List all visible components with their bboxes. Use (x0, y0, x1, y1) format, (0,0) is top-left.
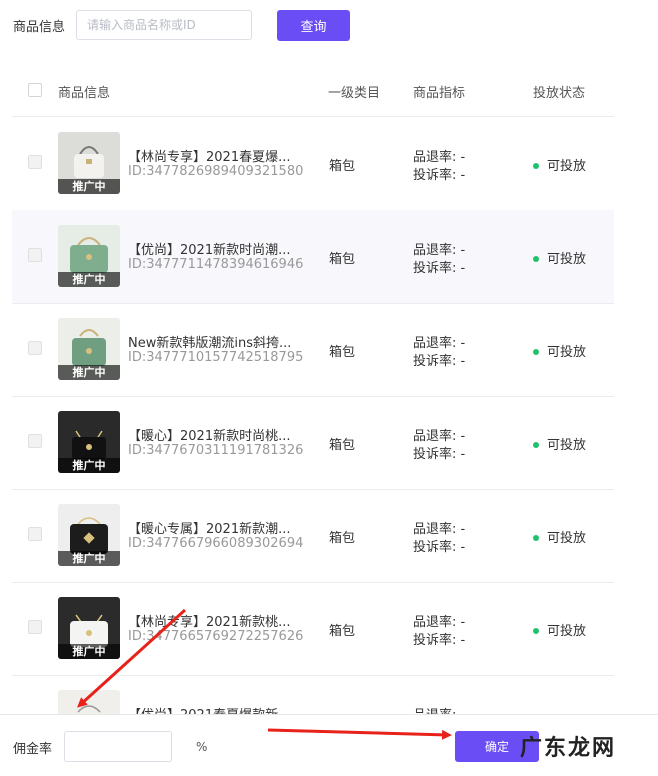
return-rate: 品退率: - (413, 615, 466, 630)
table-row: 推广中 【暖心专属】2021新款潮... ID:3477667966089302… (12, 489, 614, 583)
table-row: 推广中 【林尚专享】2021春夏爆... ID:3477826989409321… (12, 117, 614, 211)
query-button[interactable]: 查询 (277, 10, 350, 41)
status-dot-icon (533, 534, 539, 541)
commission-unit: % (196, 740, 208, 754)
product-id: ID:3477826989409321580 (128, 164, 304, 179)
complaint-rate: 投诉率: - (413, 168, 466, 183)
status-cell: 可投放 (533, 527, 586, 546)
complaint-rate: 投诉率: - (413, 447, 466, 462)
status-dot-icon (533, 162, 539, 169)
row-checkbox[interactable] (28, 155, 42, 169)
promo-tag: 推广中 (58, 179, 120, 194)
status-cell: 可投放 (533, 620, 586, 639)
promo-tag: 推广中 (58, 551, 120, 566)
row-checkbox[interactable] (28, 527, 42, 541)
return-rate: 品退率: - (413, 704, 465, 714)
promo-tag: 推广中 (58, 644, 120, 659)
product-category: 箱包 (329, 159, 356, 174)
product-name[interactable]: 【优尚】2021新款时尚潮... (128, 239, 290, 258)
header-status: 投放状态 (533, 86, 586, 101)
status-text: 可投放 (547, 531, 587, 546)
return-rate: 品退率: - (413, 336, 466, 351)
product-name[interactable]: 【暖心专属】2021新款潮... (128, 518, 290, 537)
status-text: 可投放 (547, 345, 587, 360)
header-metrics: 商品指标 (413, 86, 466, 101)
table-row: 推广中 New新款韩版潮流ins斜挎... ID:347771015774251… (12, 303, 614, 397)
product-name[interactable]: 【暖心】2021新款时尚桃... (128, 425, 290, 444)
status-dot-icon (533, 627, 539, 634)
status-cell: 可投放 (533, 155, 586, 174)
table-header: 商品信息 一级类目 商品指标 投放状态 (12, 68, 614, 117)
product-category: 箱包 (329, 345, 356, 360)
product-name[interactable]: 【林尚专享】2021新款桃... (128, 611, 290, 630)
row-checkbox[interactable] (28, 248, 42, 262)
product-id: ID:3477710157742518795 (128, 350, 304, 365)
return-rate: 品退率: - (413, 429, 466, 444)
status-text: 可投放 (547, 252, 587, 267)
header-product: 商品信息 (58, 86, 111, 101)
promo-tag: 推广中 (58, 365, 120, 380)
commission-label: 佣金率 (13, 742, 53, 757)
product-table-body: 推广中 【林尚专享】2021春夏爆... ID:3477826989409321… (12, 117, 614, 714)
product-thumbnail[interactable]: 推广中 (58, 132, 120, 194)
return-rate: 品退率: - (413, 150, 466, 165)
product-name[interactable]: 【优尚】2021春夏爆款新... (128, 704, 290, 714)
product-id: ID:3477667966089302694 (128, 536, 304, 551)
complaint-rate: 投诉率: - (413, 633, 466, 648)
status-dot-icon (533, 441, 539, 448)
product-thumbnail[interactable]: 推广中 (58, 597, 120, 659)
status-cell: 可投放 (533, 434, 586, 453)
product-thumbnail[interactable]: 推广中 (58, 318, 120, 380)
status-dot-icon (533, 255, 539, 262)
product-category: 箱包 (329, 252, 356, 267)
product-id: ID:3477665769272257626 (128, 629, 304, 644)
row-checkbox[interactable] (28, 434, 42, 448)
row-checkbox[interactable] (28, 620, 42, 634)
product-id: ID:3477670311191781326 (128, 443, 304, 458)
status-cell: 可投放 (533, 341, 586, 360)
table-row: 推广中 【林尚专享】2021新款桃... ID:3477665769272257… (12, 582, 614, 676)
product-thumbnail[interactable]: 推广中 (58, 504, 120, 566)
search-input[interactable] (76, 10, 252, 40)
table-row: 推广中 【暖心】2021新款时尚桃... ID:3477670311191781… (12, 396, 614, 490)
status-text: 可投放 (547, 624, 587, 639)
status-text: 可投放 (547, 159, 587, 174)
select-all-checkbox[interactable] (28, 83, 42, 97)
commission-input[interactable]: % (64, 731, 207, 762)
promo-tag: 推广中 (58, 458, 120, 473)
return-rate: 品退率: - (413, 522, 466, 537)
status-dot-icon (533, 348, 539, 355)
search-label: 商品信息 (13, 20, 66, 35)
product-thumbnail[interactable]: 推广中 (58, 411, 120, 473)
complaint-rate: 投诉率: - (413, 540, 466, 555)
status-cell: 可投放 (533, 248, 586, 267)
product-id: ID:3477711478394616946 (128, 257, 304, 272)
product-thumbnail[interactable]: 推广中 (58, 225, 120, 287)
status-text: 可投放 (547, 438, 587, 453)
product-category: 箱包 (329, 531, 356, 546)
row-checkbox[interactable] (28, 341, 42, 355)
table-row: 推广中 【优尚】2021新款时尚潮... ID:3477711478394616… (12, 210, 614, 304)
product-name[interactable]: New新款韩版潮流ins斜挎... (128, 332, 291, 351)
header-category: 一级类目 (328, 86, 381, 101)
product-thumbnail[interactable] (58, 690, 120, 714)
promo-tag: 推广中 (58, 272, 120, 287)
product-name[interactable]: 【林尚专享】2021春夏爆... (128, 146, 290, 165)
return-rate: 品退率: - (413, 243, 466, 258)
product-category: 箱包 (329, 624, 356, 639)
watermark: 广东龙网 (520, 736, 617, 761)
complaint-rate: 投诉率: - (413, 261, 466, 276)
table-row: 【优尚】2021春夏爆款新... 品退率: - (12, 675, 614, 714)
complaint-rate: 投诉率: - (413, 354, 466, 369)
product-category: 箱包 (329, 438, 356, 453)
search-bar: 商品信息 查询 (0, 0, 658, 50)
